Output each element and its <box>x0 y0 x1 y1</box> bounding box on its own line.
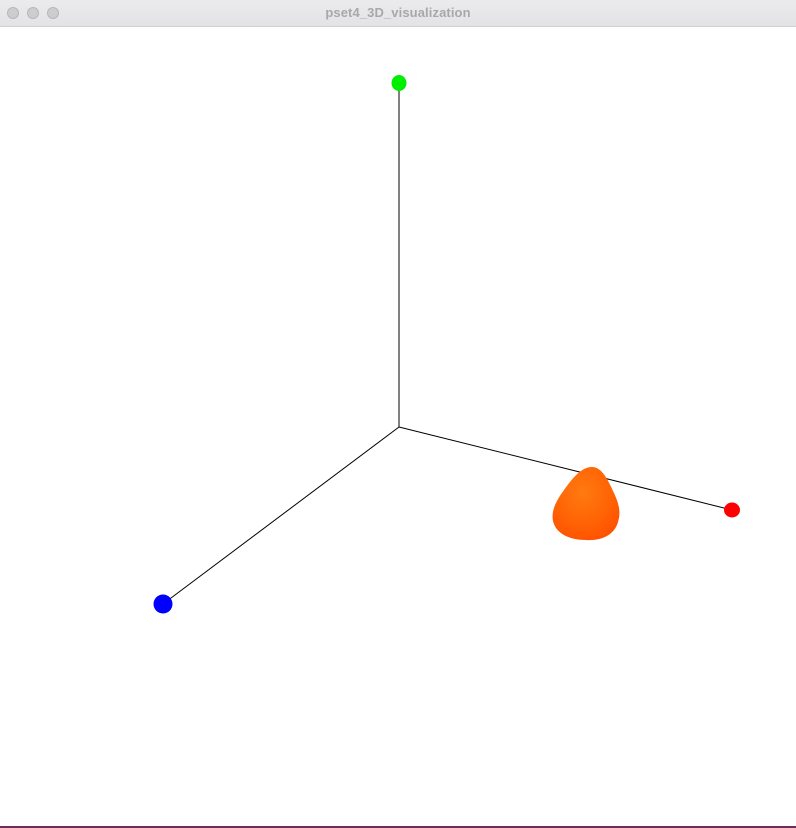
x-axis-endpoint-sphere <box>724 502 740 518</box>
y-axis-endpoint-sphere <box>391 75 407 91</box>
app-window: pset4_3D_visualization <box>0 0 796 828</box>
title-bar[interactable]: pset4_3D_visualization <box>0 0 796 27</box>
3d-viewport[interactable] <box>0 27 796 828</box>
window-title: pset4_3D_visualization <box>325 5 471 20</box>
z-axis-endpoint-sphere <box>153 594 173 614</box>
z-axis-line <box>162 426 400 605</box>
cone-object <box>552 467 620 541</box>
